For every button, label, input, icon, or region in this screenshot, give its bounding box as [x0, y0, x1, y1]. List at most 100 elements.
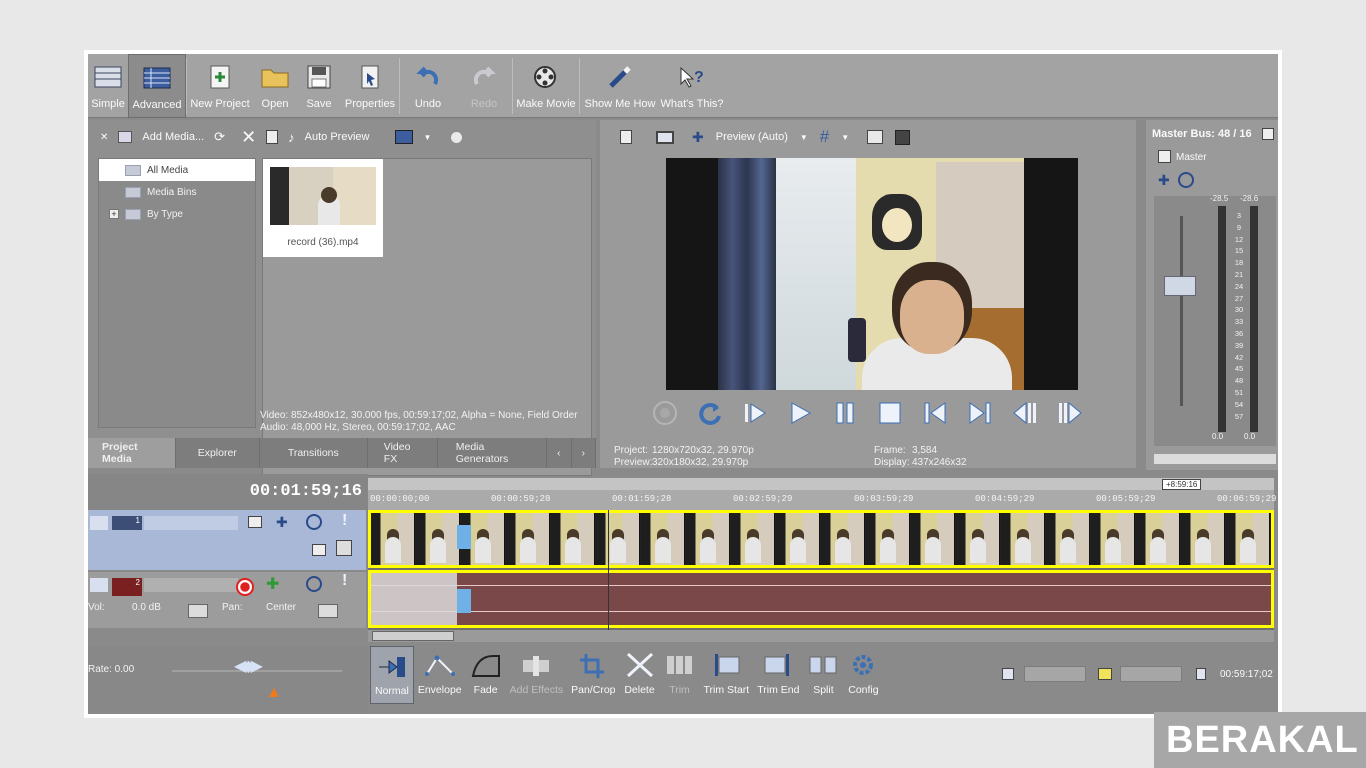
- save-snapshot-icon[interactable]: [895, 129, 911, 145]
- master-fader-handle[interactable]: [1164, 276, 1196, 296]
- rate-marker-icon[interactable]: ▲: [266, 684, 282, 702]
- normal-edit-tool[interactable]: Normal: [370, 646, 414, 704]
- zoom-out-icon[interactable]: [1002, 668, 1014, 680]
- auto-preview-button[interactable]: Auto Preview: [305, 131, 370, 143]
- views-icon[interactable]: [395, 130, 414, 144]
- play-icon[interactable]: [785, 398, 815, 428]
- next-frame-icon[interactable]: [1055, 398, 1085, 428]
- chevron-down-icon[interactable]: ▼: [800, 133, 808, 142]
- copy-snapshot-icon[interactable]: [867, 130, 884, 144]
- split-tool[interactable]: Split: [803, 646, 843, 704]
- simple-view-button[interactable]: Simple: [88, 54, 128, 118]
- tab-video-fx[interactable]: Video FX: [368, 438, 438, 468]
- stop-icon[interactable]: [875, 398, 905, 428]
- loop-icon[interactable]: [695, 398, 725, 428]
- master-fx-icon[interactable]: [1158, 150, 1171, 163]
- go-to-end-icon[interactable]: [1196, 668, 1206, 680]
- chevron-down-icon[interactable]: ▼: [423, 133, 431, 142]
- audio-track-header[interactable]: 2 ✚ ! Vol: 0.0 dB Pan: Center: [88, 572, 366, 628]
- mute-icon[interactable]: [306, 576, 322, 592]
- solo-icon[interactable]: !: [342, 572, 347, 590]
- rate-slider-icon[interactable]: ◀◆▶: [234, 656, 263, 676]
- go-to-end-icon[interactable]: [965, 398, 995, 428]
- properties-icon[interactable]: [620, 130, 632, 144]
- zoom-field-2[interactable]: [1120, 666, 1182, 682]
- trim-start-tool[interactable]: Trim Start: [700, 646, 754, 704]
- tab-scroll-right[interactable]: ›: [572, 438, 596, 468]
- properties-button[interactable]: Properties: [341, 54, 399, 118]
- delete-icon[interactable]: ✕: [241, 127, 256, 148]
- delete-tool[interactable]: Delete: [620, 646, 660, 704]
- audio-fx-icon[interactable]: ✚: [266, 574, 279, 594]
- timeline-tracks[interactable]: [368, 510, 1274, 630]
- show-me-how-button[interactable]: Show Me How: [580, 54, 660, 118]
- config-tool[interactable]: Config: [843, 646, 883, 704]
- open-button[interactable]: Open: [253, 54, 297, 118]
- previous-frame-icon[interactable]: [1010, 398, 1040, 428]
- record-button[interactable]: [650, 398, 680, 428]
- pause-icon[interactable]: [830, 398, 860, 428]
- track-motion-icon[interactable]: [248, 516, 262, 528]
- solo-icon[interactable]: !: [342, 512, 347, 530]
- preview-quality-dropdown[interactable]: Preview (Auto): [716, 131, 788, 143]
- playhead-cursor[interactable]: [608, 510, 609, 630]
- close-icon[interactable]: ✕: [100, 132, 108, 143]
- master-properties-icon[interactable]: [1262, 128, 1274, 140]
- monitor-icon[interactable]: [656, 130, 674, 144]
- tab-explorer[interactable]: Explorer: [176, 438, 260, 468]
- tree-item-all-media[interactable]: All Media: [99, 159, 255, 181]
- media-file-card[interactable]: record (36).mp4: [263, 159, 383, 257]
- arm-record-icon[interactable]: [236, 578, 254, 596]
- track-fx-icon[interactable]: [312, 544, 326, 556]
- timeline-scrollbar[interactable]: [368, 630, 1274, 642]
- mute-icon[interactable]: [306, 514, 322, 530]
- envelope-edit-tool[interactable]: Envelope: [414, 646, 466, 704]
- play-from-start-icon[interactable]: [740, 398, 770, 428]
- chevron-down-icon[interactable]: ▼: [841, 133, 849, 142]
- video-clip[interactable]: [368, 510, 1274, 568]
- video-event-handle[interactable]: [457, 525, 471, 549]
- compositing-icon[interactable]: ✚: [276, 514, 288, 531]
- mute-icon[interactable]: [1178, 172, 1194, 188]
- compositing-mode-icon[interactable]: [336, 540, 352, 556]
- pan-slider[interactable]: [318, 604, 338, 618]
- go-to-start-icon[interactable]: [920, 398, 950, 428]
- trim-tool[interactable]: Trim: [660, 646, 700, 704]
- timeline-ruler[interactable]: +8:59:16 00:00:00;00 00:00:59;28 00:01:59;…: [368, 478, 1276, 510]
- tab-transitions[interactable]: Transitions: [260, 438, 368, 468]
- split-icon[interactable]: ✚: [1158, 172, 1170, 189]
- tab-scroll-left[interactable]: ‹: [547, 438, 572, 468]
- region-marker[interactable]: +8:59:16: [1162, 479, 1202, 490]
- advanced-view-button[interactable]: Advanced: [128, 54, 186, 118]
- tab-project-media[interactable]: Project Media: [88, 438, 176, 468]
- undo-button[interactable]: Undo: [400, 54, 456, 118]
- make-movie-button[interactable]: Make Movie: [513, 54, 579, 118]
- audio-event-handle[interactable]: [457, 589, 471, 613]
- add-effects-tool[interactable]: Add Effects: [506, 646, 568, 704]
- tree-item-by-type[interactable]: + By Type: [99, 203, 255, 225]
- add-media-button[interactable]: Add Media...: [142, 131, 204, 143]
- video-track-name-field[interactable]: [144, 516, 238, 530]
- zoom-field-1[interactable]: [1024, 666, 1086, 682]
- grid-overlay-icon[interactable]: #: [820, 127, 829, 147]
- timeline-scroll-thumb[interactable]: [372, 631, 454, 641]
- tab-media-generators[interactable]: Media Generators: [438, 438, 547, 468]
- auto-preview-icon[interactable]: ♪: [288, 130, 295, 145]
- zoom-in-icon[interactable]: [1098, 668, 1112, 680]
- trim-end-tool[interactable]: Trim End: [753, 646, 803, 704]
- whats-this-button[interactable]: ? What's This?: [660, 54, 724, 118]
- search-icon[interactable]: [451, 131, 463, 143]
- redo-button[interactable]: Redo: [456, 54, 512, 118]
- volume-slider[interactable]: [188, 604, 208, 618]
- new-project-button[interactable]: New Project: [187, 54, 253, 118]
- split-screen-icon[interactable]: ✚: [692, 129, 704, 146]
- save-button[interactable]: Save: [297, 54, 341, 118]
- tree-item-media-bins[interactable]: Media Bins: [99, 181, 255, 203]
- tree-expander[interactable]: +: [109, 209, 119, 219]
- refresh-icon[interactable]: ⟳: [214, 129, 225, 145]
- properties-icon[interactable]: [266, 130, 279, 144]
- audio-clip[interactable]: [368, 570, 1274, 628]
- pan-crop-tool[interactable]: Pan/Crop: [567, 646, 619, 704]
- fade-tool[interactable]: Fade: [466, 646, 506, 704]
- audio-track-name-field[interactable]: [144, 578, 238, 592]
